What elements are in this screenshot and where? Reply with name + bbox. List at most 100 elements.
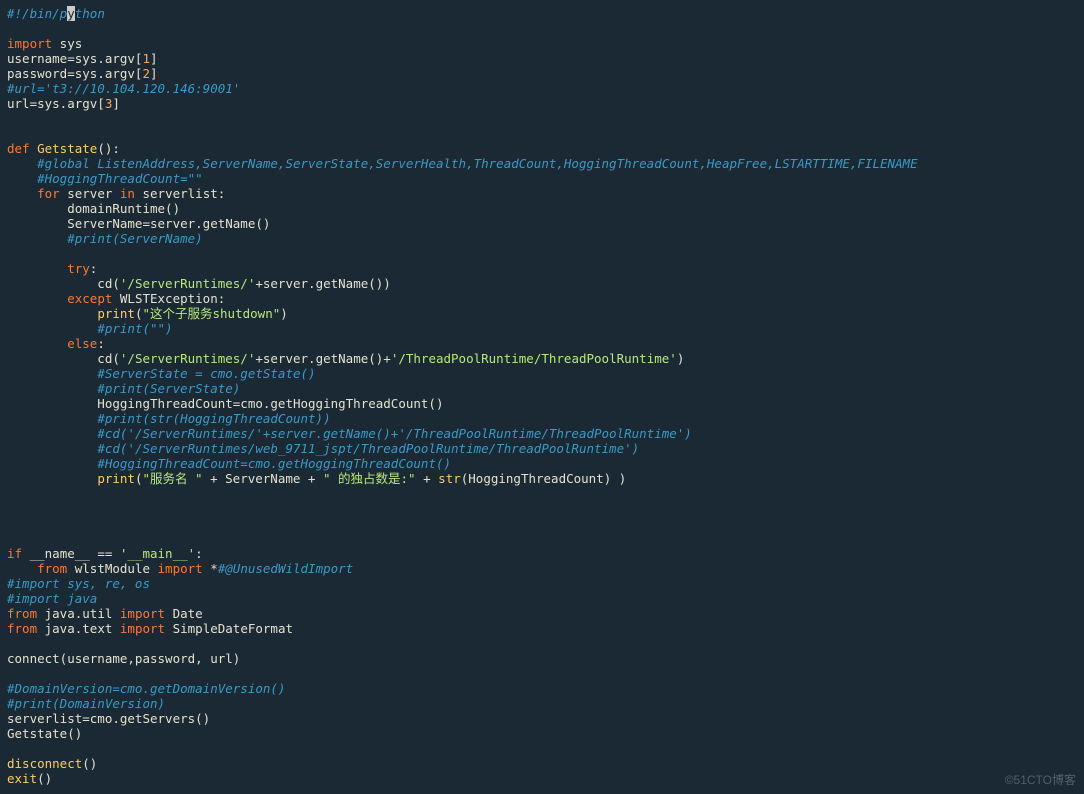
code-token: Getstate() (7, 726, 82, 741)
code-token: '__main__' (120, 546, 195, 561)
code-token: else (67, 336, 97, 351)
code-token: print (97, 471, 135, 486)
code-token: serverlist: (135, 186, 225, 201)
code-token (7, 261, 67, 276)
code-line: #import java (7, 591, 1077, 606)
code-token: (HoggingThreadCount) ) (461, 471, 627, 486)
code-token: import (7, 36, 52, 51)
code-token: Date (165, 606, 203, 621)
code-token: #print("") (97, 321, 172, 336)
code-token: disconnect (7, 756, 82, 771)
code-token (7, 441, 97, 456)
code-token: sys (52, 36, 82, 51)
code-token: '/ServerRuntimes/' (120, 351, 255, 366)
code-token: '/ThreadPoolRuntime/ThreadPoolRuntime' (391, 351, 677, 366)
code-token: try (67, 261, 90, 276)
code-line: #HoggingThreadCount="" (7, 171, 1077, 186)
code-line (7, 666, 1077, 681)
code-token: from (37, 561, 67, 576)
code-token (7, 561, 37, 576)
code-token: +server.getName()) (255, 276, 390, 291)
code-token: : (90, 261, 98, 276)
code-line (7, 126, 1077, 141)
code-line: url=sys.argv[3] (7, 96, 1077, 111)
code-token: def (7, 141, 30, 156)
code-token: #url='t3://10.104.120.146:9001' (7, 81, 240, 96)
code-token (7, 336, 67, 351)
code-line: from java.util import Date (7, 606, 1077, 621)
code-token: ] (112, 96, 120, 111)
code-line: exit() (7, 771, 1077, 786)
code-line: username=sys.argv[1] (7, 51, 1077, 66)
code-line: connect(username,password, url) (7, 651, 1077, 666)
code-token: java.text (37, 621, 120, 636)
code-line: except WLSTException: (7, 291, 1077, 306)
code-token: #@UnusedWildImport (218, 561, 353, 576)
code-token: WLSTException: (112, 291, 225, 306)
code-token: except (67, 291, 112, 306)
code-line: #url='t3://10.104.120.146:9001' (7, 81, 1077, 96)
code-token: ) (280, 306, 288, 321)
code-token (7, 231, 67, 246)
code-token: 1 (142, 51, 150, 66)
code-line: disconnect() (7, 756, 1077, 771)
code-token: #print(ServerState) (97, 381, 240, 396)
code-line: from java.text import SimpleDateFormat (7, 621, 1077, 636)
code-token: * (203, 561, 218, 576)
code-token: cd( (7, 351, 120, 366)
code-line: import sys (7, 36, 1077, 51)
code-line: #HoggingThreadCount=cmo.getHoggingThread… (7, 456, 1077, 471)
code-line (7, 516, 1077, 531)
code-line: #cd('/ServerRuntimes/'+server.getName()+… (7, 426, 1077, 441)
code-token: __name__ == (22, 546, 120, 561)
code-line: password=sys.argv[2] (7, 66, 1077, 81)
code-line (7, 501, 1077, 516)
code-line: print("这个子服务shutdown") (7, 306, 1077, 321)
code-token: SimpleDateFormat (165, 621, 293, 636)
code-token: thon (75, 6, 105, 21)
code-token (7, 306, 97, 321)
code-token: password=sys.argv[ (7, 66, 142, 81)
code-line: cd('/ServerRuntimes/'+server.getName()+'… (7, 351, 1077, 366)
code-line: cd('/ServerRuntimes/'+server.getName()) (7, 276, 1077, 291)
code-token: () (37, 771, 52, 786)
code-line: #ServerState = cmo.getState() (7, 366, 1077, 381)
code-token: ] (150, 51, 158, 66)
code-line: ServerName=server.getName() (7, 216, 1077, 231)
code-line: #global ListenAddress,ServerName,ServerS… (7, 156, 1077, 171)
code-line: serverlist=cmo.getServers() (7, 711, 1077, 726)
watermark-text: ©51CTO博客 (1005, 773, 1076, 788)
code-token: 2 (142, 66, 150, 81)
code-token: import (120, 606, 165, 621)
code-editor[interactable]: #!/bin/python import sysusername=sys.arg… (0, 0, 1084, 792)
code-token (7, 321, 97, 336)
code-token: ] (150, 66, 158, 81)
code-line (7, 636, 1077, 651)
code-token: #import sys, re, os (7, 576, 150, 591)
code-line: try: (7, 261, 1077, 276)
code-token (7, 456, 97, 471)
code-token: #cd('/ServerRuntimes/web_9711_jspt/Threa… (97, 441, 639, 456)
code-token: server (60, 186, 120, 201)
code-token: ServerName=server.getName() (7, 216, 270, 231)
code-token (7, 426, 97, 441)
code-token: y (67, 6, 75, 21)
code-token (7, 156, 37, 171)
code-token: #print(ServerName) (67, 231, 202, 246)
code-token: username=sys.argv[ (7, 51, 142, 66)
code-token: '/ServerRuntimes/' (120, 276, 255, 291)
code-line: domainRuntime() (7, 201, 1077, 216)
code-token (7, 291, 67, 306)
code-token: wlstModule (67, 561, 157, 576)
code-token (30, 141, 38, 156)
code-token: in (120, 186, 135, 201)
code-token: from (7, 606, 37, 621)
code-token: " 的独占数是:" (323, 471, 416, 486)
code-token: url=sys.argv[ (7, 96, 105, 111)
code-token: connect(username,password, url) (7, 651, 240, 666)
code-token: #HoggingThreadCount=cmo.getHoggingThread… (97, 456, 451, 471)
code-token (7, 171, 37, 186)
code-token: + ServerName + (203, 471, 323, 486)
code-line: #print(ServerState) (7, 381, 1077, 396)
code-token: from (7, 621, 37, 636)
